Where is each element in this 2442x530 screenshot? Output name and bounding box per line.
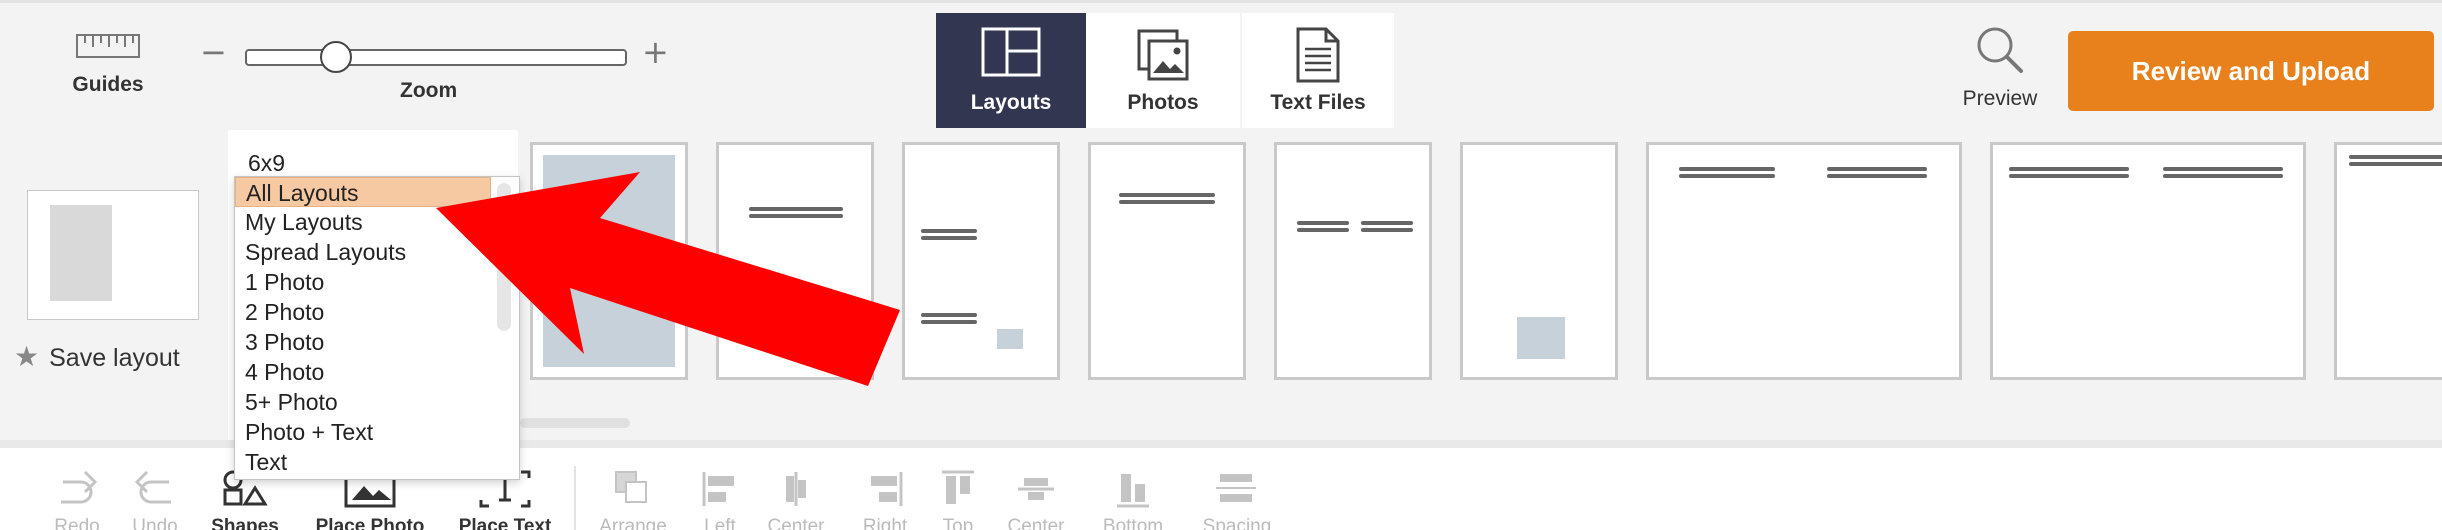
annotation-arrow-icon: [436, 172, 900, 386]
